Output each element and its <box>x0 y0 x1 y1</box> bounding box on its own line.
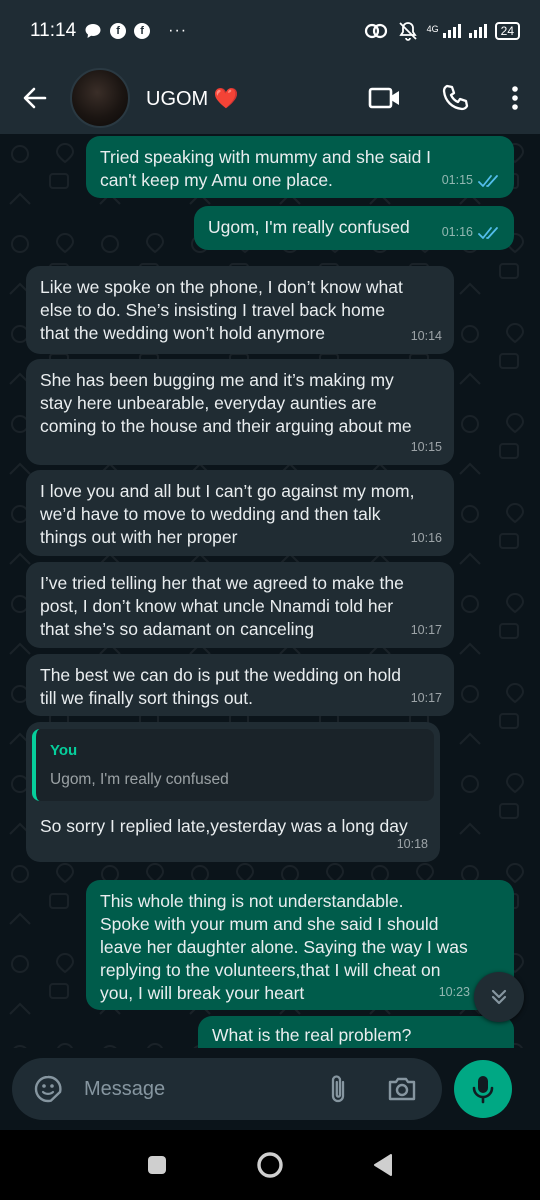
more-notifications-icon: ··· <box>168 22 188 39</box>
camera-button[interactable] <box>380 1067 424 1111</box>
attach-icon <box>331 1075 345 1103</box>
message-time: 10:18 <box>396 837 428 851</box>
message-input[interactable] <box>84 1077 304 1101</box>
message-time: 10:16 <box>410 531 442 545</box>
message-time: 01:16 <box>441 225 473 239</box>
camera-icon <box>388 1077 416 1101</box>
message-bubble-incoming[interactable]: I’ve tried telling her that we agreed to… <box>26 562 454 648</box>
sticker-button[interactable] <box>26 1067 70 1111</box>
message-time: 10:15 <box>410 440 442 454</box>
message-text: So sorry I replied late,yesterday was a … <box>40 816 408 836</box>
home-circle-icon <box>257 1152 283 1178</box>
message-input-container <box>12 1058 442 1120</box>
quote-text: Ugom, I'm really confused <box>50 771 229 788</box>
read-receipt-icon <box>478 174 498 187</box>
message-bubble-outgoing[interactable]: This whole thing is not understandable. … <box>86 880 514 1010</box>
recents-button[interactable] <box>127 1135 187 1195</box>
message-bubble-incoming[interactable]: I love you and all but I can’t go agains… <box>26 470 454 556</box>
recents-square-icon <box>147 1156 166 1174</box>
message-time: 01:15 <box>441 173 473 187</box>
mute-bell-icon <box>398 22 417 41</box>
message-text: Like we spoke on the phone, I don’t know… <box>40 277 403 343</box>
message-time: 10:14 <box>410 329 442 343</box>
double-chevron-down-icon <box>491 989 507 1005</box>
chat-header: UGOM ❤️ <box>0 62 540 134</box>
system-nav-bar <box>0 1130 540 1200</box>
back-arrow-icon <box>23 87 47 109</box>
more-vert-icon <box>512 86 518 110</box>
status-bar: 11:14 f f ··· 4G 24 <box>0 0 540 62</box>
message-text: I love you and all but I can’t go agains… <box>40 481 415 547</box>
signal-4g-icon: 4G <box>427 24 461 38</box>
message-bubble-outgoing[interactable]: Ugom, I'm really confused 01:16 <box>194 206 514 250</box>
back-triangle-icon <box>374 1154 393 1176</box>
phone-icon <box>442 84 469 111</box>
message-text: The best we can do is put the wedding on… <box>40 665 401 708</box>
back-button[interactable] <box>0 62 70 134</box>
facebook-icon: f <box>134 23 151 39</box>
back-nav-button[interactable] <box>353 1135 413 1195</box>
battery-icon: 24 <box>494 22 520 40</box>
chat-bubble-icon <box>85 24 101 38</box>
message-bubble-incoming[interactable]: She has been bugging me and it’s making … <box>26 359 454 465</box>
voice-message-button[interactable] <box>454 1060 512 1118</box>
message-text: I’ve tried telling her that we agreed to… <box>40 573 404 639</box>
message-time: 10:17 <box>410 623 442 637</box>
message-bubble-outgoing[interactable]: What is the real problem? <box>198 1016 514 1048</box>
composer-bar <box>0 1048 540 1130</box>
sticker-icon <box>34 1075 62 1103</box>
quote-author: You <box>50 742 78 759</box>
message-bubble-incoming[interactable]: The best we can do is put the wedding on… <box>26 654 454 716</box>
message-bubble-incoming[interactable]: Like we spoke on the phone, I don’t know… <box>26 266 454 354</box>
more-options-button[interactable] <box>490 62 540 134</box>
message-text: What is the real problem? <box>212 1025 412 1045</box>
message-time: 10:23 <box>438 985 470 999</box>
read-receipt-icon <box>478 226 498 239</box>
video-call-icon <box>368 87 399 109</box>
scroll-to-bottom-button[interactable] <box>474 972 524 1022</box>
attach-button[interactable] <box>316 1067 360 1111</box>
video-call-button[interactable] <box>350 62 420 134</box>
facebook-icon: f <box>110 23 127 39</box>
status-time: 11:14 <box>30 20 77 41</box>
message-text: Tried speaking with mummy and she said I… <box>100 147 432 190</box>
avatar[interactable] <box>70 68 130 128</box>
message-time: 10:17 <box>410 691 442 705</box>
quoted-message[interactable]: You Ugom, I'm really confused <box>32 729 434 801</box>
voice-call-button[interactable] <box>420 62 490 134</box>
hotspot-icon <box>364 23 387 39</box>
home-button[interactable] <box>240 1135 300 1195</box>
signal-icon <box>468 24 487 38</box>
message-bubble-incoming[interactable]: You Ugom, I'm really confused So sorry I… <box>26 722 440 862</box>
message-bubble-outgoing[interactable]: Tried speaking with mummy and she said I… <box>86 136 514 198</box>
mic-icon <box>472 1076 494 1104</box>
message-list[interactable]: Tried speaking with mummy and she said I… <box>0 134 540 1048</box>
contact-name[interactable]: UGOM ❤️ <box>146 86 239 111</box>
message-text: She has been bugging me and it’s making … <box>40 370 412 436</box>
